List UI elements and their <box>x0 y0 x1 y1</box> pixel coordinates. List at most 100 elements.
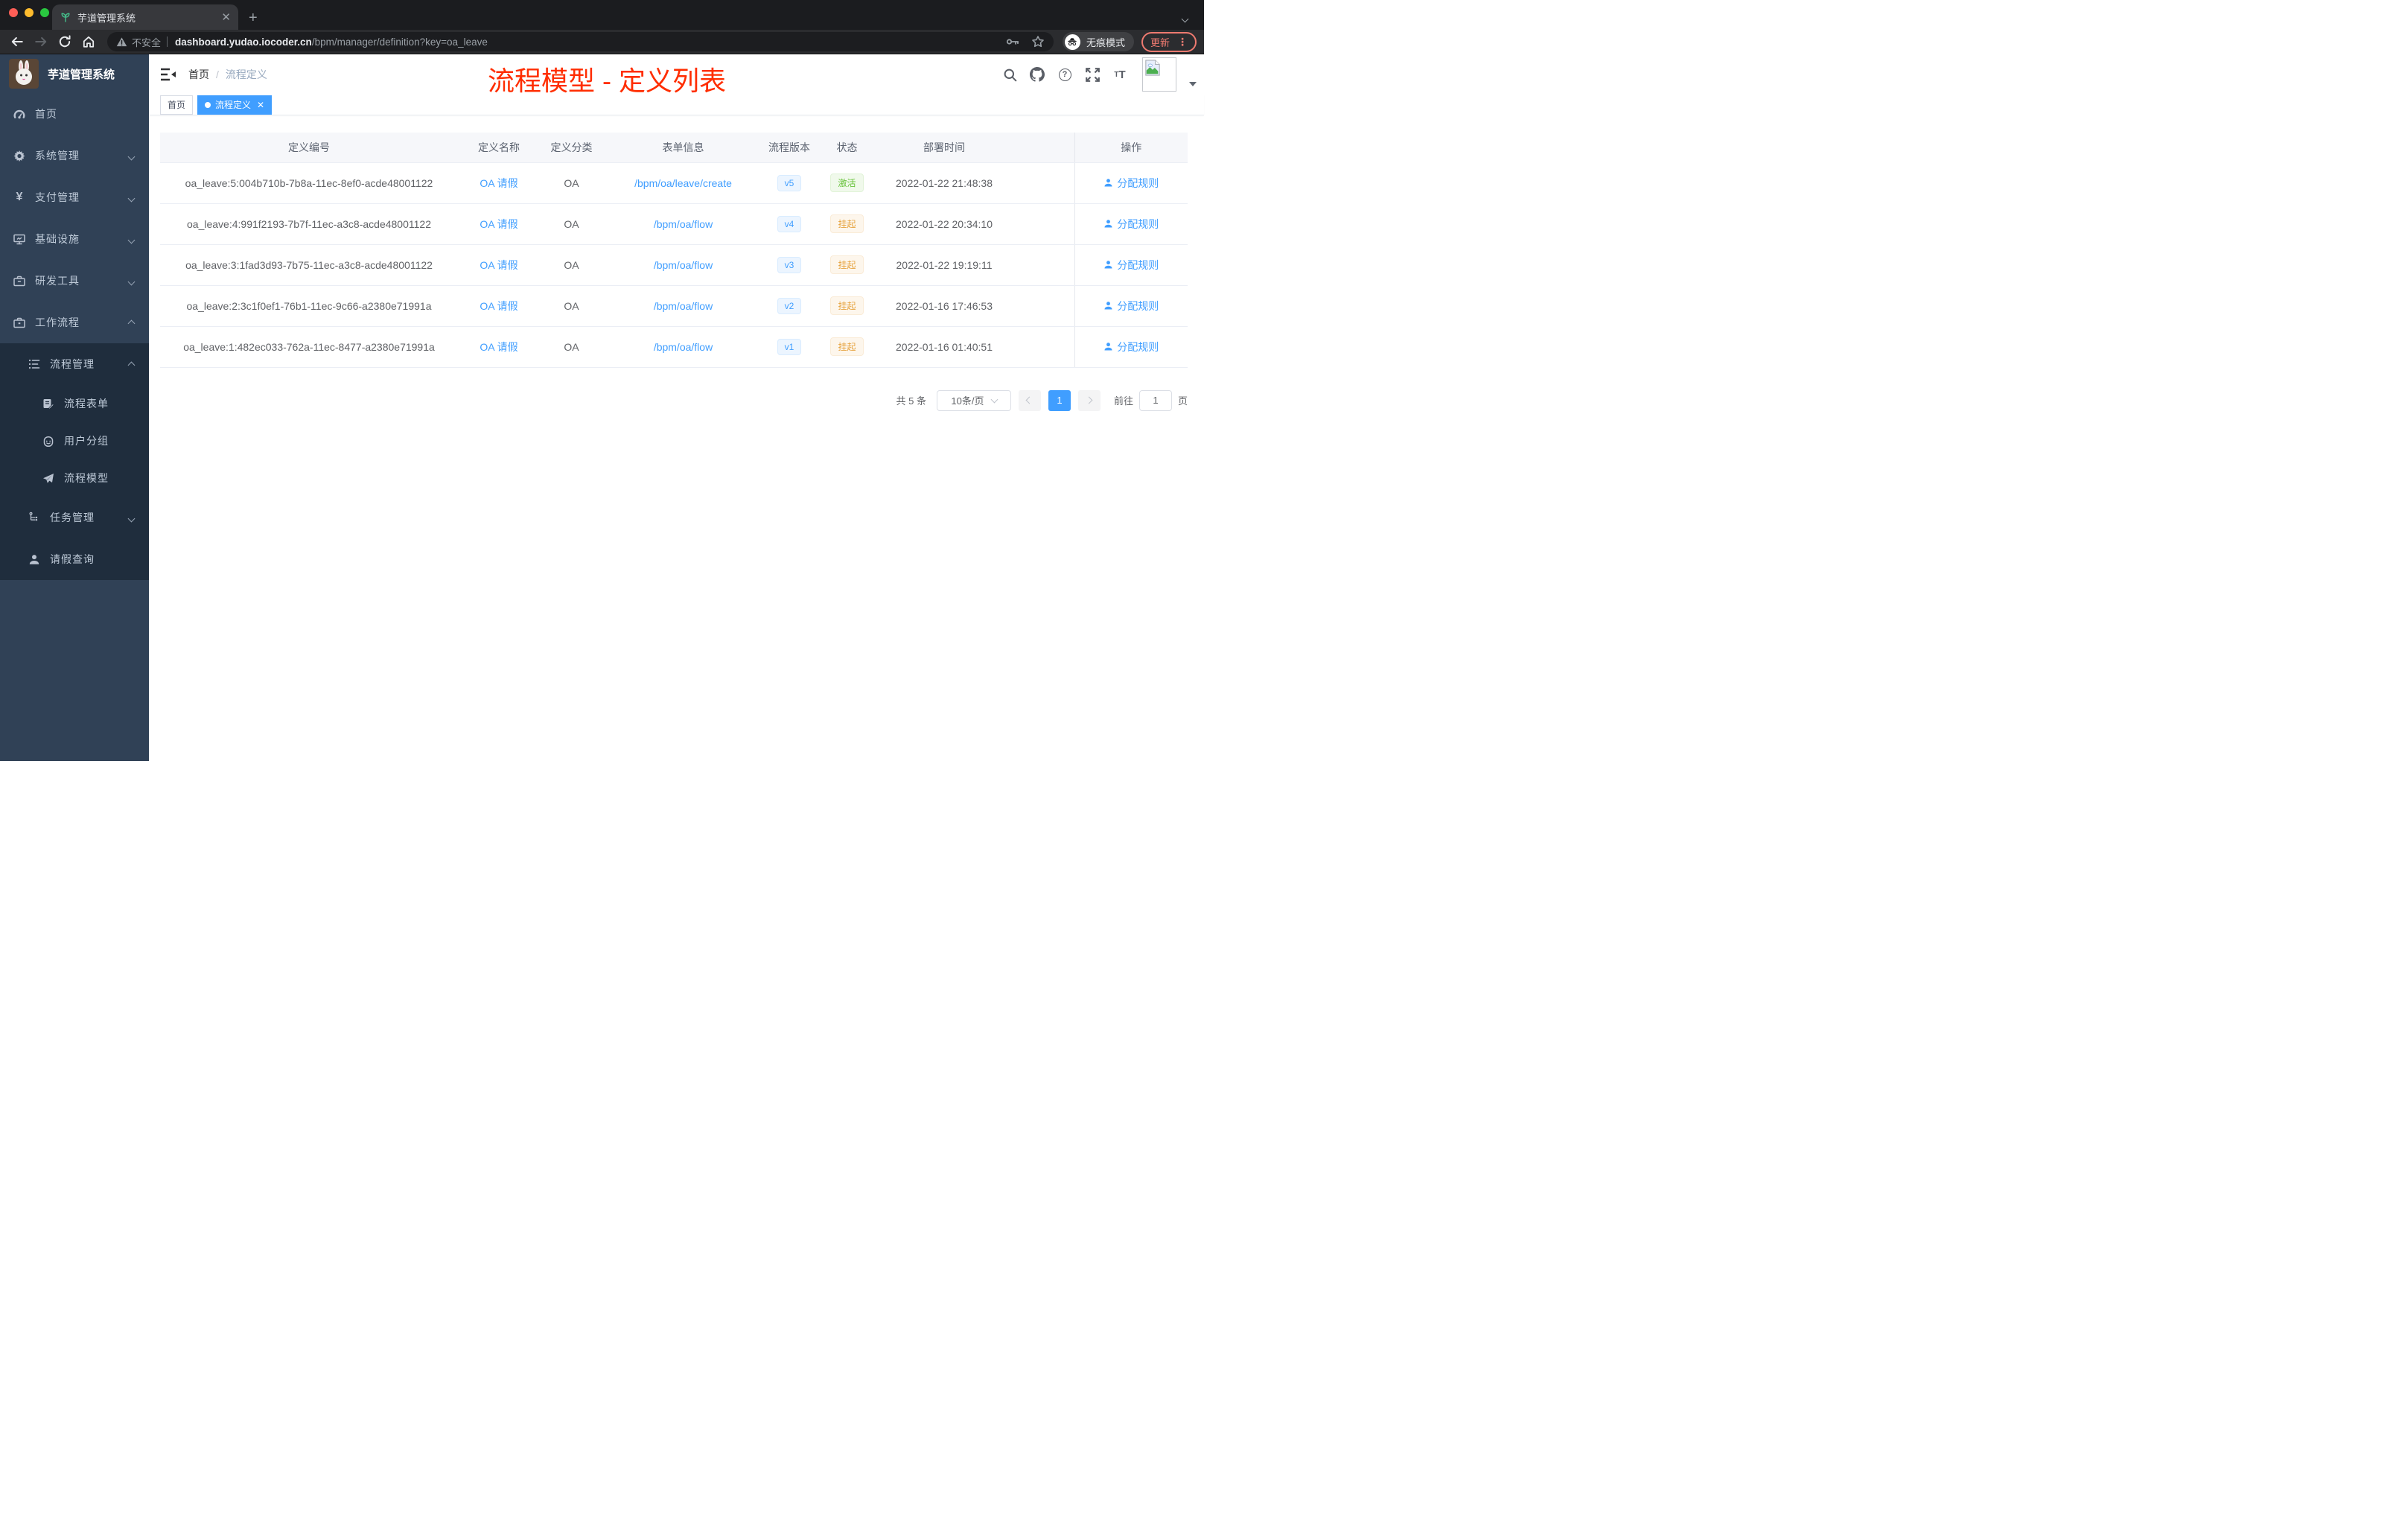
tab-close-icon[interactable]: ✕ <box>221 12 231 23</box>
update-button[interactable]: 更新 ⋮ <box>1141 31 1197 52</box>
assign-rule-button[interactable]: 分配规则 <box>1103 258 1159 273</box>
github-icon[interactable] <box>1029 66 1045 83</box>
task-tree-icon <box>28 512 40 523</box>
definition-name-link[interactable]: OA 请假 <box>480 218 517 230</box>
form-link[interactable]: /bpm/oa/flow <box>654 341 713 353</box>
browser-menu-kebab-icon[interactable]: ⋮ <box>1177 36 1188 48</box>
next-page-button[interactable] <box>1077 389 1101 411</box>
paper-plane-icon <box>42 472 54 484</box>
user-avatar[interactable] <box>1142 57 1176 92</box>
sidebar-item-workflow[interactable]: 工作流程 <box>0 302 149 343</box>
form-link[interactable]: /bpm/oa/flow <box>654 218 713 230</box>
favicon-seedling-icon <box>60 11 71 23</box>
status-badge[interactable]: 挂起 <box>830 296 864 315</box>
monitor-icon <box>13 233 25 245</box>
back-icon[interactable] <box>7 32 27 51</box>
reload-icon[interactable] <box>55 32 74 51</box>
cell-deploy-time: 2022-01-22 19:19:11 <box>879 244 1010 286</box>
sidebar: 芋道管理系统 首页 系统管理 ¥ 支付管理 基础设施 研发工具 工作流程 流程管… <box>0 54 149 761</box>
status-badge[interactable]: 激活 <box>830 173 864 192</box>
sidebar-item-process-form[interactable]: 流程表单 <box>0 385 149 422</box>
page: 芋道管理系统 ✕ + 不安全 dashboard.yudao.iocoder.c… <box>0 0 1204 761</box>
form-link[interactable]: /bpm/oa/leave/create <box>634 177 732 189</box>
version-badge[interactable]: v4 <box>777 215 802 232</box>
help-icon[interactable]: ? <box>1057 66 1073 83</box>
browser-tab[interactable]: 芋道管理系统 ✕ <box>52 4 238 30</box>
cell-deploy-time: 2022-01-16 17:46:53 <box>879 285 1010 327</box>
status-badge[interactable]: 挂起 <box>830 214 864 233</box>
address-bar[interactable]: 不安全 dashboard.yudao.iocoder.cn/bpm/manag… <box>107 32 1054 51</box>
sidebar-item-leave-query[interactable]: 请假查询 <box>0 538 149 580</box>
goto-label: 前往 <box>1113 395 1133 407</box>
font-size-icon[interactable]: TT <box>1112 66 1128 83</box>
page-number-button[interactable]: 1 <box>1048 389 1071 411</box>
security-label[interactable]: 不安全 <box>132 35 161 49</box>
sidebar-item-infrastructure[interactable]: 基础设施 <box>0 218 149 260</box>
form-link[interactable]: /bpm/oa/flow <box>654 259 713 271</box>
version-badge[interactable]: v2 <box>777 297 802 314</box>
sidebar-item-user-group[interactable]: 用户分组 <box>0 422 149 459</box>
sidebar-collapse-icon[interactable] <box>160 67 176 82</box>
sidebar-item-payment[interactable]: ¥ 支付管理 <box>0 176 149 218</box>
window-controls[interactable] <box>9 8 49 17</box>
page-annotation-title: 流程模型 - 定义列表 <box>488 66 726 96</box>
col-form-info: 表单信息 <box>603 133 763 163</box>
sidebar-item-system[interactable]: 系统管理 <box>0 135 149 176</box>
broken-image-icon <box>1145 60 1160 76</box>
password-key-icon[interactable] <box>1006 35 1019 48</box>
form-link[interactable]: /bpm/oa/flow <box>654 300 713 312</box>
home-icon[interactable] <box>79 32 98 51</box>
sidebar-item-process-model[interactable]: 流程模型 <box>0 459 149 497</box>
assign-rule-button[interactable]: 分配规则 <box>1103 176 1159 191</box>
sidebar-item-home[interactable]: 首页 <box>0 93 149 135</box>
security-warning-icon[interactable] <box>116 36 127 48</box>
status-badge[interactable]: 挂起 <box>830 255 864 274</box>
definition-name-link[interactable]: OA 请假 <box>480 300 517 312</box>
logo-avatar <box>9 59 39 89</box>
sidebar-logo-row[interactable]: 芋道管理系统 <box>0 54 149 93</box>
new-tab-button[interactable]: + <box>249 10 258 25</box>
sidebar-item-task-management[interactable]: 任务管理 <box>0 497 149 538</box>
breadcrumb-separator: / <box>216 69 219 80</box>
gear-icon <box>13 150 25 162</box>
minimize-window-button[interactable] <box>25 8 34 17</box>
definition-name-link[interactable]: OA 请假 <box>480 177 517 189</box>
forward-icon[interactable] <box>31 32 51 51</box>
version-badge[interactable]: v5 <box>777 174 802 191</box>
status-badge[interactable]: 挂起 <box>830 337 864 356</box>
breadcrumb-current: 流程定义 <box>225 69 267 80</box>
zoom-window-button[interactable] <box>40 8 49 17</box>
url-domain: dashboard.yudao.iocoder.cn <box>175 36 312 48</box>
assign-rule-button[interactable]: 分配规则 <box>1103 217 1159 232</box>
sidebar-item-process-management[interactable]: 流程管理 <box>0 343 149 385</box>
assign-rule-button[interactable]: 分配规则 <box>1103 340 1159 354</box>
assign-rule-button[interactable]: 分配规则 <box>1103 299 1159 313</box>
url-text[interactable]: dashboard.yudao.iocoder.cn/bpm/manager/d… <box>175 36 998 48</box>
incognito-icon <box>1064 34 1080 50</box>
cell-category: OA <box>540 162 603 204</box>
toolbox-icon <box>13 275 25 287</box>
cell-id: oa_leave:4:991f2193-7b7f-11ec-a3c8-acde4… <box>160 203 458 245</box>
prev-page-button[interactable] <box>1018 389 1041 411</box>
fullscreen-icon[interactable] <box>1084 66 1101 83</box>
tag-process-definition[interactable]: 流程定义 ✕ <box>197 95 273 115</box>
update-label: 更新 <box>1150 36 1170 48</box>
user-icon <box>1104 302 1112 310</box>
tag-close-icon[interactable]: ✕ <box>257 100 264 110</box>
user-icon <box>1104 261 1112 269</box>
close-window-button[interactable] <box>9 8 18 17</box>
goto-page-input[interactable] <box>1138 389 1172 411</box>
avatar-dropdown-caret-icon[interactable] <box>1189 82 1197 86</box>
definition-name-link[interactable]: OA 请假 <box>480 341 517 353</box>
search-icon[interactable] <box>1001 66 1018 83</box>
col-action: 操作 <box>1074 133 1188 163</box>
definition-name-link[interactable]: OA 请假 <box>480 259 517 271</box>
breadcrumb-home[interactable]: 首页 <box>188 67 209 82</box>
version-badge[interactable]: v1 <box>777 338 802 355</box>
bookmark-star-icon[interactable] <box>1031 35 1045 48</box>
tag-home[interactable]: 首页 <box>160 95 194 115</box>
page-size-select[interactable]: 10条/页 <box>936 389 1011 411</box>
version-badge[interactable]: v3 <box>777 256 802 273</box>
tab-search-chevron-icon[interactable] <box>1181 12 1189 25</box>
sidebar-item-devtools[interactable]: 研发工具 <box>0 260 149 302</box>
